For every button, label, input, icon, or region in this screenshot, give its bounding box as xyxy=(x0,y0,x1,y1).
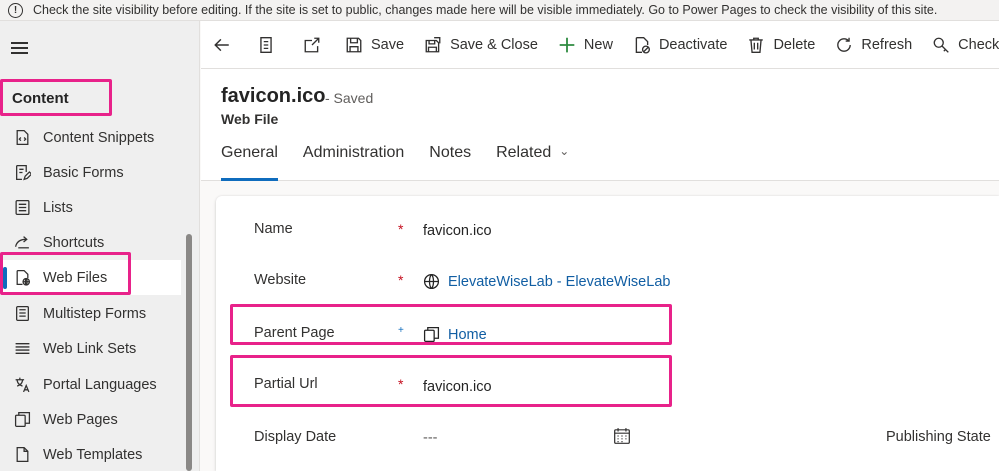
sidebar-item-label: Web Link Sets xyxy=(43,340,137,357)
sidebar-item-web-templates[interactable]: Web Templates xyxy=(0,437,181,471)
general-form-section: Name * favicon.ico Website * ElevateWise… xyxy=(216,196,999,471)
record-entity-name: Web File xyxy=(221,111,279,127)
sidebar-item-label: Web Files xyxy=(43,269,108,286)
field-label: Display Date xyxy=(254,429,337,445)
field-name: Name * favicon.ico xyxy=(216,216,999,266)
shortcut-icon xyxy=(13,234,31,252)
sidebar-item-label: Basic Forms xyxy=(43,164,124,181)
chevron-down-icon: ⌄ xyxy=(559,144,570,158)
refresh-button[interactable]: Refresh xyxy=(825,21,922,68)
form-tabs: General Administration Notes Related ⌄ xyxy=(221,144,594,181)
sidebar-item-label: Portal Languages xyxy=(43,376,157,393)
save-icon xyxy=(346,37,362,52)
tab-general[interactable]: General xyxy=(221,144,278,181)
info-icon: ! xyxy=(8,2,23,18)
name-input[interactable]: favicon.ico xyxy=(423,223,492,239)
web-file-icon xyxy=(13,269,31,287)
required-indicator: * xyxy=(398,376,404,392)
check-access-icon xyxy=(933,37,949,53)
sidebar-item-content-snippets[interactable]: Content Snippets xyxy=(0,120,181,155)
sidebar-item-web-files[interactable]: Web Files xyxy=(0,260,181,295)
field-label: Partial Url xyxy=(254,376,318,392)
sidebar-item-portal-languages[interactable]: Portal Languages xyxy=(0,367,181,402)
delete-button[interactable]: Delete xyxy=(737,21,825,68)
field-partial-url: Partial Url * favicon.ico xyxy=(216,370,999,420)
sidebar-item-label: Content Snippets xyxy=(43,129,155,146)
document-list-icon xyxy=(13,305,31,323)
list-icon xyxy=(13,199,31,217)
command-bar: Save Save & Close New Deactivate Delete … xyxy=(201,21,999,69)
notice-text: Check the site visibility before editing… xyxy=(33,3,938,17)
form-edit-icon xyxy=(13,164,31,182)
template-icon xyxy=(13,446,31,464)
plus-icon xyxy=(559,37,575,52)
trash-icon xyxy=(749,37,764,53)
sitemap-sidebar: Content Content Snippets Basic Forms Lis… xyxy=(0,21,200,471)
sidebar-item-web-pages[interactable]: Web Pages xyxy=(0,402,181,437)
code-file-icon xyxy=(13,129,31,147)
sidebar-item-label: Lists xyxy=(43,199,73,216)
tab-related[interactable]: Related ⌄ xyxy=(496,144,569,181)
hamburger-menu-icon[interactable] xyxy=(11,40,29,54)
website-lookup[interactable]: ElevateWiseLab - ElevateWiseLab xyxy=(423,273,670,290)
calendar-icon[interactable] xyxy=(613,427,631,450)
sidebar-item-label: Web Pages xyxy=(43,411,118,428)
parent-page-lookup[interactable]: Home xyxy=(423,326,487,343)
recommended-indicator: + xyxy=(398,325,404,336)
sidebar-group-title: Content xyxy=(12,90,69,107)
field-label: Parent Page xyxy=(254,325,335,341)
web-page-icon xyxy=(423,326,440,343)
back-button[interactable] xyxy=(201,21,243,68)
form-view-button[interactable] xyxy=(243,21,289,68)
lines-icon xyxy=(13,340,31,358)
refresh-icon xyxy=(837,37,852,52)
sidebar-item-lists[interactable]: Lists xyxy=(0,190,181,225)
field-parent-page: Parent Page + Home xyxy=(216,319,999,369)
field-label: Publishing State xyxy=(886,429,991,445)
sidebar-item-shortcuts[interactable]: Shortcuts xyxy=(0,225,181,260)
language-icon xyxy=(13,376,31,394)
save-close-icon xyxy=(425,36,441,52)
required-indicator: * xyxy=(398,221,404,237)
globe-icon xyxy=(423,273,440,290)
sidebar-item-basic-forms[interactable]: Basic Forms xyxy=(0,155,181,190)
sidebar-item-web-link-sets[interactable]: Web Link Sets xyxy=(0,331,181,366)
deactivate-button[interactable]: Deactivate xyxy=(623,21,738,68)
sidebar-item-label: Shortcuts xyxy=(43,234,105,251)
field-label: Name xyxy=(254,221,293,237)
record-header: favicon.ico - Saved Web File General Adm… xyxy=(201,69,999,181)
record-title: favicon.ico xyxy=(221,85,326,107)
record-save-status: - Saved xyxy=(325,90,374,106)
field-website: Website * ElevateWiseLab - ElevateWiseLa… xyxy=(216,267,999,317)
check-access-button[interactable]: Check Acc xyxy=(922,21,999,68)
sidebar-item-label: Web Templates xyxy=(43,446,143,463)
tab-notes[interactable]: Notes xyxy=(429,144,471,181)
open-in-new-icon xyxy=(304,37,320,52)
display-date-input[interactable]: --- xyxy=(423,430,438,446)
field-display-date: Display Date --- Publishing State xyxy=(216,422,999,471)
new-button[interactable]: New xyxy=(548,21,623,68)
save-button[interactable]: Save xyxy=(335,21,414,68)
sidebar-scrollbar[interactable] xyxy=(186,234,192,471)
selection-indicator xyxy=(3,267,7,289)
sidebar-item-multistep-forms[interactable]: Multistep Forms xyxy=(0,296,181,331)
document-icon xyxy=(260,36,272,53)
deactivate-icon xyxy=(635,36,650,54)
sidebar-item-label: Multistep Forms xyxy=(43,305,147,322)
partial-url-input[interactable]: favicon.ico xyxy=(423,379,492,395)
pages-icon xyxy=(13,411,31,429)
save-and-close-button[interactable]: Save & Close xyxy=(414,21,548,68)
site-visibility-notice: ! Check the site visibility before editi… xyxy=(0,0,999,21)
field-label: Website xyxy=(254,272,307,288)
back-arrow-icon xyxy=(214,38,229,51)
tab-administration[interactable]: Administration xyxy=(303,144,404,181)
open-new-window-button[interactable] xyxy=(289,21,335,68)
required-indicator: * xyxy=(398,272,404,288)
